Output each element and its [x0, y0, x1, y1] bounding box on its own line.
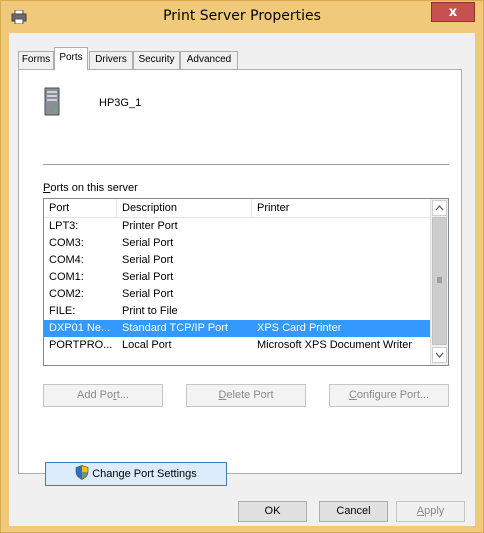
description-cell: Serial Port	[122, 288, 174, 300]
tab-drivers[interactable]: Drivers	[89, 51, 133, 69]
port-cell: COM3:	[49, 237, 84, 249]
close-icon: x	[448, 5, 458, 20]
port-row-com2[interactable]: COM2: Serial Port	[44, 286, 430, 303]
description-cell: Local Port	[122, 339, 172, 351]
ports-list-scrollbar[interactable]	[430, 199, 448, 365]
port-row-dxp01-selected[interactable]: DXP01 Ne... Standard TCP/IP Port XPS Car…	[44, 320, 430, 337]
change-port-label-pre: Chan	[92, 468, 119, 480]
configure-port-button[interactable]: Configure Port...	[329, 384, 449, 407]
port-row-portpro[interactable]: PORTPRO... Local Port Microsoft XPS Docu…	[44, 337, 430, 354]
port-cell: PORTPRO...	[49, 339, 113, 351]
cancel-button[interactable]: Cancel	[319, 501, 388, 522]
description-cell: Serial Port	[122, 254, 174, 266]
add-port-button[interactable]: Add Port...	[43, 384, 163, 407]
tab-forms[interactable]: Forms	[18, 51, 54, 69]
title-bar[interactable]: Print Server Properties x	[1, 1, 483, 33]
close-button[interactable]: x	[431, 2, 475, 22]
separator-line	[43, 164, 449, 165]
tab-advanced[interactable]: Advanced	[180, 51, 238, 69]
ports-label-text: orts on this server	[50, 182, 138, 194]
scroll-down-button[interactable]	[432, 347, 447, 363]
tab-ports[interactable]: Ports	[54, 47, 88, 70]
ports-list[interactable]: Port Description Printer LPT3: Printer P…	[43, 198, 449, 366]
ok-button[interactable]: OK	[238, 501, 307, 522]
port-cell: LPT3:	[49, 220, 79, 232]
port-row-com4[interactable]: COM4: Serial Port	[44, 252, 430, 269]
port-row-com3[interactable]: COM3: Serial Port	[44, 235, 430, 252]
configure-port-label-accesskey: C	[348, 389, 357, 401]
description-cell: Printer Port	[122, 220, 178, 232]
scroll-thumb[interactable]	[432, 217, 447, 345]
delete-port-button[interactable]: Delete Port	[186, 384, 306, 407]
print-server-properties-window: Print Server Properties x Forms Ports Dr…	[0, 0, 484, 533]
configure-port-label-post: onfigure Port...	[356, 389, 430, 401]
server-name: HP3G_1	[99, 97, 142, 109]
window-title: Print Server Properties	[163, 8, 321, 24]
grip-icon	[437, 277, 442, 283]
port-cell: DXP01 Ne...	[49, 322, 111, 334]
dialog-client-area: Forms Ports Drivers Security Advanced HP…	[9, 33, 475, 526]
chevron-down-icon	[435, 352, 444, 358]
chevron-up-icon	[435, 205, 444, 211]
ports-tab-panel: HP3G_1 Ports on this server Port Descrip…	[18, 69, 462, 474]
ports-on-server-label: Ports on this server	[43, 182, 138, 194]
printer-cell: XPS Card Printer	[257, 322, 342, 334]
port-row-lpt3[interactable]: LPT3: Printer Port	[44, 218, 430, 235]
ports-list-header: Port Description Printer	[44, 199, 430, 218]
column-header-description[interactable]: Description	[117, 199, 252, 217]
change-port-label-post: e Port Settings	[124, 468, 197, 480]
port-row-file[interactable]: FILE: Print to File	[44, 303, 430, 320]
port-row-com1[interactable]: COM1: Serial Port	[44, 269, 430, 286]
description-cell: Print to File	[122, 305, 178, 317]
add-port-label-post: t...	[116, 389, 129, 401]
scroll-up-button[interactable]	[432, 200, 447, 216]
tab-security[interactable]: Security	[133, 51, 180, 69]
apply-label-post: pply	[424, 505, 445, 517]
description-cell: Serial Port	[122, 237, 174, 249]
description-cell: Standard TCP/IP Port	[122, 322, 228, 334]
description-cell: Serial Port	[122, 271, 174, 283]
port-cell: COM4:	[49, 254, 84, 266]
port-cell: COM2:	[49, 288, 84, 300]
uac-shield-icon	[75, 465, 89, 480]
delete-port-label-post: elete Port	[226, 389, 274, 401]
port-cell: COM1:	[49, 271, 84, 283]
port-cell: FILE:	[49, 305, 76, 317]
apply-label-accesskey: A	[416, 505, 425, 517]
change-port-settings-button[interactable]: Change Port Settings	[45, 462, 227, 486]
printer-cell: Microsoft XPS Document Writer	[257, 339, 413, 351]
apply-button[interactable]: Apply	[396, 501, 465, 522]
column-header-printer[interactable]: Printer	[252, 199, 430, 217]
server-tower-icon	[44, 87, 60, 116]
add-port-label-pre: Add Po	[77, 389, 114, 401]
column-header-port[interactable]: Port	[44, 199, 117, 217]
